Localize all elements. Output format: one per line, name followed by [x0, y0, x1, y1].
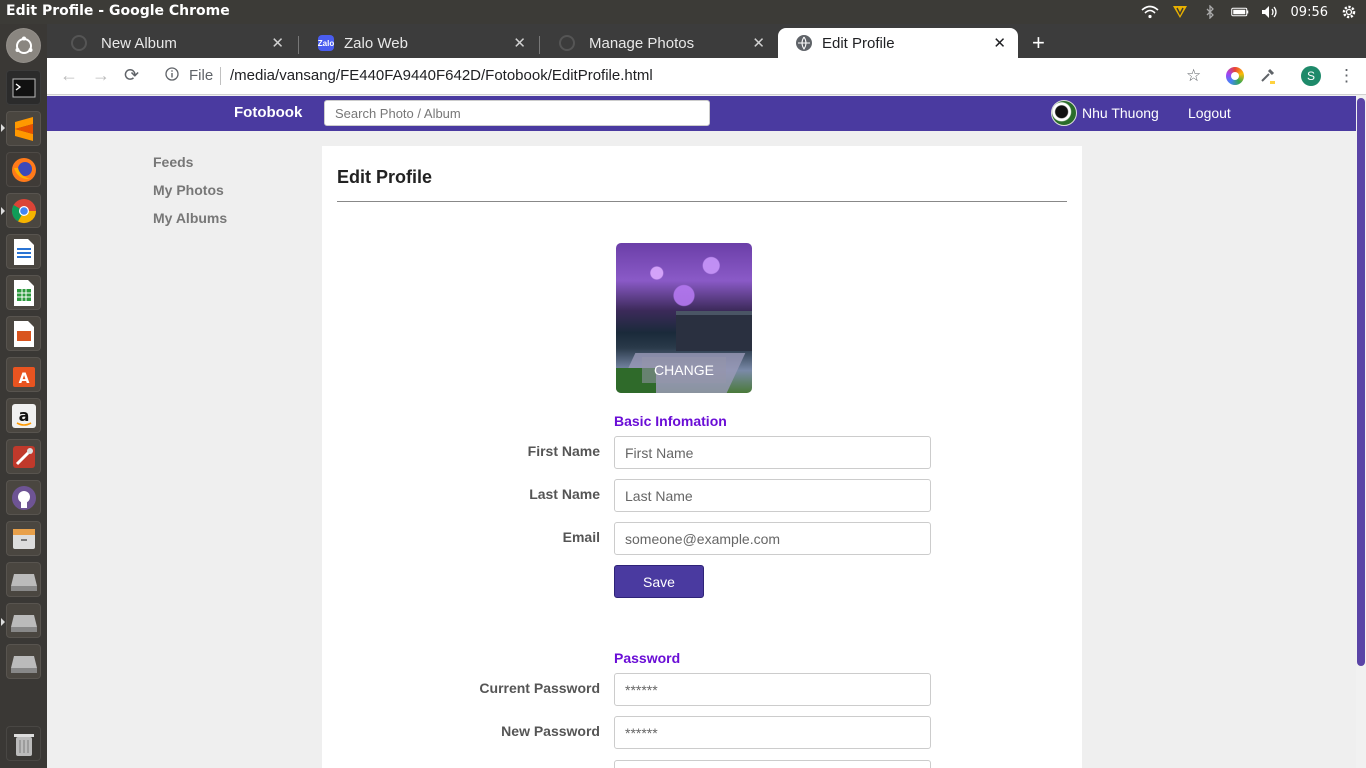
window-title: Edit Profile - Google Chrome: [6, 3, 230, 19]
wifi-icon[interactable]: [1141, 5, 1159, 19]
first-name-field[interactable]: [614, 436, 931, 469]
brand-link[interactable]: Fotobook: [234, 104, 302, 121]
libreoffice-impress-icon[interactable]: [6, 316, 41, 351]
close-icon[interactable]: ✕: [513, 34, 526, 52]
menu-dots-icon[interactable]: ⋮: [1338, 66, 1355, 86]
terminal-icon[interactable]: [6, 70, 41, 105]
email-label: Email: [562, 529, 600, 545]
tab-new-album[interactable]: New Album ✕: [53, 28, 296, 58]
vpn-icon[interactable]: [1171, 5, 1189, 19]
current-password-label: Current Password: [479, 680, 600, 696]
title-divider: [337, 201, 1067, 202]
loading-favicon-icon: [71, 35, 87, 51]
email-field[interactable]: [614, 522, 931, 555]
close-icon[interactable]: ✕: [752, 34, 765, 52]
drive-icon[interactable]: [6, 644, 41, 679]
bookmark-star-icon[interactable]: ☆: [1186, 66, 1201, 86]
clock[interactable]: 09:56: [1291, 5, 1328, 20]
tab-zalo-web[interactable]: Zalo Zalo Web ✕: [300, 28, 538, 58]
basic-info-heading: Basic Infomation: [614, 413, 727, 429]
sublime-text-icon[interactable]: [6, 111, 41, 146]
github-icon[interactable]: [6, 480, 41, 515]
tab-label: New Album: [101, 34, 177, 52]
page-title: Edit Profile: [337, 167, 433, 187]
tab-manage-photos[interactable]: Manage Photos ✕: [541, 28, 777, 58]
battery-icon[interactable]: [1230, 5, 1249, 19]
ubuntu-launcher: A a: [0, 24, 47, 768]
globe-icon: [796, 35, 812, 51]
drive-icon[interactable]: [6, 603, 41, 638]
edit-profile-card: Edit Profile CHANGE Basic Infomation Fir…: [322, 146, 1082, 768]
first-name-label: First Name: [527, 443, 600, 459]
svg-text:A: A: [18, 371, 29, 387]
page-scrollbar[interactable]: [1356, 96, 1366, 768]
confirm-password-field[interactable]: [614, 760, 931, 768]
photo-building: [676, 311, 752, 351]
extension-color-icon[interactable]: [1226, 67, 1244, 85]
libreoffice-writer-icon[interactable]: [6, 234, 41, 269]
eyedropper-icon[interactable]: [1259, 66, 1277, 89]
url-divider: [220, 67, 221, 85]
settings-gear-icon[interactable]: [1340, 5, 1358, 19]
tab-label: Edit Profile: [822, 34, 895, 52]
new-password-label: New Password: [501, 723, 600, 739]
new-password-field[interactable]: [614, 716, 931, 749]
reload-icon[interactable]: ⟳: [124, 65, 139, 86]
sidebar-item-my-albums[interactable]: My Albums: [153, 210, 227, 227]
zalo-favicon-icon: Zalo: [318, 35, 334, 51]
profile-photo: CHANGE: [616, 243, 752, 393]
info-icon[interactable]: [165, 67, 179, 85]
running-indicator: [1, 618, 5, 626]
browser-tab-bar: New Album ✕ Zalo Zalo Web ✕ Manage Photo…: [47, 24, 1366, 58]
close-icon[interactable]: ✕: [993, 34, 1006, 52]
firefox-icon[interactable]: [6, 152, 41, 187]
save-button[interactable]: Save: [614, 565, 704, 598]
tab-separator: [539, 36, 540, 54]
url-scheme-label[interactable]: File: [189, 67, 213, 84]
change-photo-button[interactable]: CHANGE: [642, 357, 726, 383]
trash-icon[interactable]: [6, 726, 41, 761]
svg-text:a: a: [18, 406, 29, 425]
system-tray: 09:56: [1141, 0, 1358, 24]
running-indicator: [1, 124, 5, 132]
site-navbar: Fotobook Nhu Thuong Logout: [47, 96, 1356, 131]
running-indicator: [1, 207, 5, 215]
browser-toolbar: ← → ⟳ File /media/vansang/FE440FA9440F64…: [47, 58, 1366, 95]
amazon-icon[interactable]: a: [6, 398, 41, 433]
last-name-field[interactable]: [614, 479, 931, 512]
tab-label: Manage Photos: [589, 34, 695, 52]
forward-arrow-icon[interactable]: →: [92, 65, 110, 86]
address-input[interactable]: /media/vansang/FE440FA9440F642D/Fotobook…: [230, 67, 653, 84]
search-input[interactable]: [324, 100, 710, 126]
current-password-field[interactable]: [614, 673, 931, 706]
user-name-link[interactable]: Nhu Thuong: [1082, 105, 1159, 121]
software-center-icon[interactable]: A: [6, 357, 41, 392]
ubuntu-dash-icon[interactable]: [6, 28, 41, 63]
password-heading: Password: [614, 650, 681, 666]
libreoffice-calc-icon[interactable]: [6, 275, 41, 310]
drive-icon[interactable]: [6, 562, 41, 597]
chrome-icon[interactable]: [6, 193, 41, 228]
close-icon[interactable]: ✕: [271, 34, 284, 52]
profile-avatar[interactable]: S: [1301, 66, 1321, 86]
os-top-bar: Edit Profile - Google Chrome 09:56: [0, 0, 1366, 24]
last-name-label: Last Name: [529, 486, 600, 502]
sidebar: Feeds My Photos My Albums: [153, 154, 227, 238]
loading-favicon-icon: [559, 35, 575, 51]
bluetooth-icon[interactable]: [1201, 5, 1219, 19]
sidebar-item-feeds[interactable]: Feeds: [153, 154, 227, 171]
new-tab-plus-icon[interactable]: +: [1032, 30, 1045, 56]
sidebar-item-my-photos[interactable]: My Photos: [153, 182, 227, 199]
tab-separator: [298, 36, 299, 54]
tab-edit-profile[interactable]: Edit Profile ✕: [778, 28, 1018, 58]
scrollbar-thumb[interactable]: [1357, 98, 1365, 666]
logout-link[interactable]: Logout: [1188, 105, 1231, 121]
volume-icon[interactable]: [1261, 5, 1279, 19]
file-cabinet-icon[interactable]: [6, 521, 41, 556]
tab-label: Zalo Web: [344, 34, 408, 52]
back-arrow-icon[interactable]: ←: [60, 65, 78, 86]
system-tools-icon[interactable]: [6, 439, 41, 474]
page-viewport: Fotobook Nhu Thuong Logout Feeds My Phot…: [47, 96, 1356, 768]
user-avatar[interactable]: [1051, 100, 1077, 126]
